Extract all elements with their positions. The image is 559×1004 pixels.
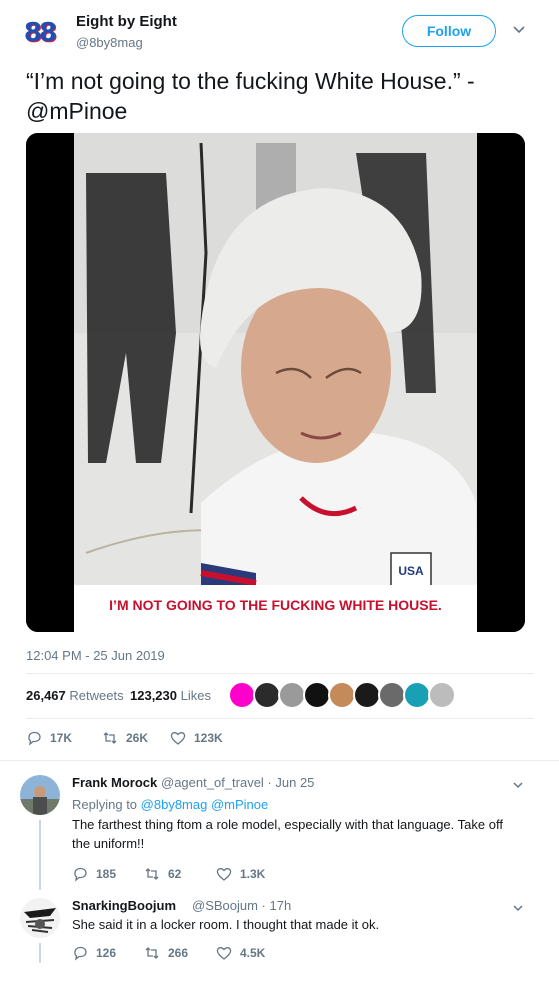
like-action[interactable]: 4.5K [216, 945, 265, 961]
video-caption: I’M NOT GOING TO THE FUCKING WHITE HOUSE… [109, 597, 442, 613]
tweet-text: “I’m not going to the fucking White Hous… [26, 68, 475, 124]
like-count: 4.5K [240, 946, 266, 960]
author-handle[interactable]: @8by8mag [76, 35, 143, 50]
retweet-count: 62 [168, 867, 182, 881]
likes-count: 123,230 [130, 688, 177, 703]
reply-action[interactable]: 185 [72, 866, 116, 882]
video-frame: USA [26, 133, 525, 632]
heart-icon [170, 732, 186, 745]
thread-line [39, 820, 41, 890]
like-action[interactable]: 123K [170, 730, 223, 746]
author-logo[interactable]: 88 [20, 14, 58, 52]
retweet-action[interactable]: 62 [144, 866, 181, 882]
liker-avatar[interactable] [253, 681, 281, 709]
retweet-action[interactable]: 266 [144, 945, 188, 961]
reply-count: 185 [96, 867, 117, 881]
reply-author-name[interactable]: SnarkingBoojum [72, 898, 176, 913]
replying-prefix: Replying to [72, 797, 138, 812]
reply-author-name[interactable]: Frank Morock [72, 775, 157, 790]
reply-text: She said it in a locker room. I thought … [72, 917, 380, 932]
retweet-count: 266 [168, 946, 189, 960]
reply-count: 17K [50, 731, 73, 745]
liker-avatar[interactable] [428, 681, 456, 709]
retweet-action[interactable]: 26K [102, 730, 148, 746]
liker-avatar[interactable] [303, 681, 331, 709]
retweets-count: 26,467 [26, 688, 66, 703]
heart-icon [216, 947, 232, 960]
replying-to-handles[interactable]: @8by8mag @mPinoe [141, 797, 269, 812]
reply-action[interactable]: 126 [72, 945, 116, 961]
svg-text:USA: USA [398, 564, 424, 578]
reply-action[interactable]: 17K [26, 730, 72, 746]
retweet-icon [103, 732, 117, 744]
divider [0, 760, 559, 761]
like-count: 123K [194, 731, 223, 745]
divider [26, 673, 534, 674]
chevron-down-icon[interactable] [512, 22, 526, 39]
tweet-timestamp[interactable]: 12:04 PM - 25 Jun 2019 [26, 648, 165, 663]
reply-text: The farthest thing ftom a role model, es… [72, 817, 503, 851]
retweets-stat[interactable]: 26,467 Retweets [26, 688, 124, 703]
likes-stat[interactable]: 123,230 Likes [130, 688, 211, 703]
liker-avatar[interactable] [328, 681, 356, 709]
like-count: 1.3K [240, 867, 266, 881]
retweets-label: Retweets [69, 688, 124, 703]
tweet-video[interactable]: USA I’M NOT GOING TO THE FUCKING WHITE H… [26, 133, 525, 632]
follow-button[interactable]: Follow [402, 15, 496, 47]
liker-avatar[interactable] [353, 681, 381, 709]
chevron-down-icon[interactable] [512, 778, 524, 796]
avatar[interactable] [20, 775, 60, 815]
liker-avatar[interactable] [403, 681, 431, 709]
retweet-icon [145, 947, 159, 959]
author-name[interactable]: Eight by Eight [76, 13, 177, 30]
retweet-icon [145, 868, 159, 880]
avatar[interactable] [20, 898, 60, 938]
like-action[interactable]: 1.3K [216, 866, 265, 882]
likes-label: Likes [180, 688, 211, 703]
liker-avatar[interactable] [378, 681, 406, 709]
reply-icon [74, 946, 87, 961]
logo-text: 88 [23, 18, 57, 48]
replying-to: Replying to @8by8mag @mPinoe [72, 795, 268, 814]
thread-line [39, 943, 41, 963]
liker-avatar[interactable] [278, 681, 306, 709]
chevron-down-icon[interactable] [512, 901, 524, 919]
retweet-count: 26K [126, 731, 149, 745]
reply-icon [28, 731, 41, 746]
liker-avatar[interactable] [228, 681, 256, 709]
reply-count: 126 [96, 946, 117, 960]
divider [26, 718, 534, 719]
reply-author-handle[interactable]: @agent_of_travel · Jun 25 [161, 775, 314, 790]
reply-author-handle[interactable]: @SBoojum · 17h [192, 898, 291, 913]
reply-icon [74, 867, 87, 882]
heart-icon [216, 868, 232, 881]
likers-avatars[interactable] [228, 681, 456, 709]
